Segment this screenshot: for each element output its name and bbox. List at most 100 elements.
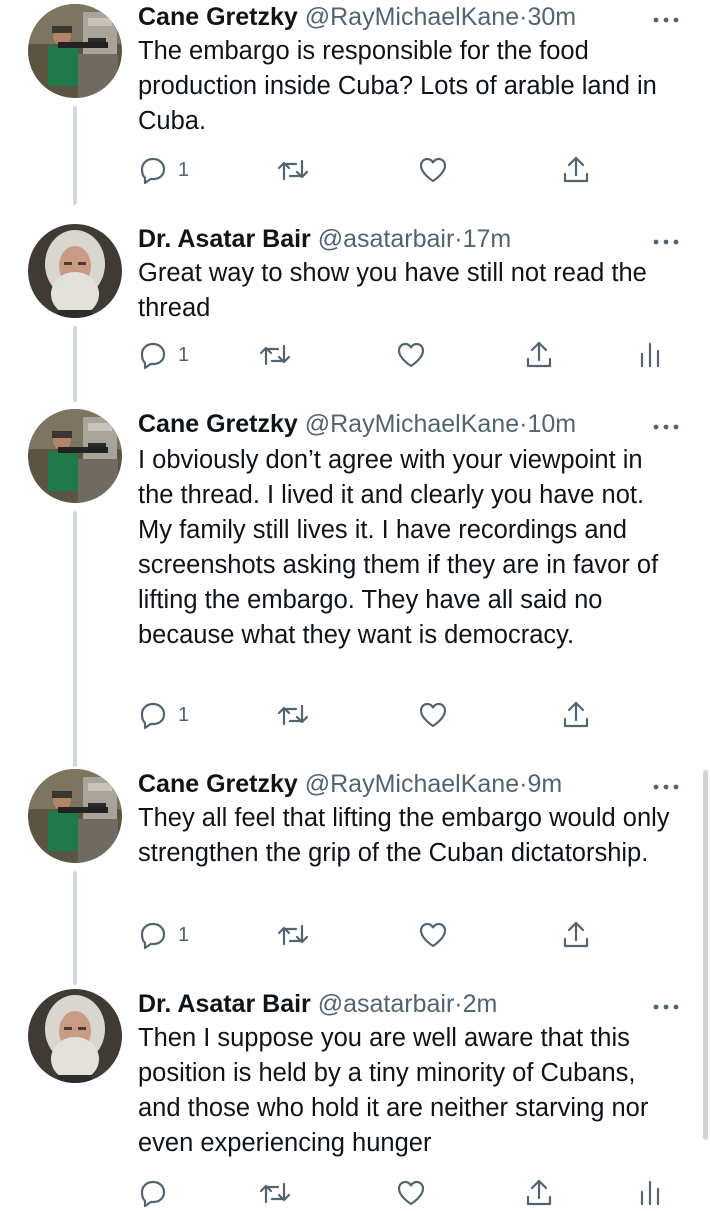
reply-button[interactable]: 1 <box>138 917 189 953</box>
retweet-button[interactable] <box>276 697 310 733</box>
retweet-icon <box>276 920 310 950</box>
separator: · <box>454 225 463 253</box>
timestamp[interactable]: 9m <box>527 770 562 798</box>
reply-count: 1 <box>178 703 190 726</box>
retweet-button[interactable] <box>258 1175 292 1211</box>
tweet-actions: 1 <box>0 337 710 373</box>
tweet[interactable]: Cane Gretzky @RayMichaelKane·9m They all… <box>0 767 710 985</box>
like-button[interactable] <box>418 917 448 953</box>
retweet-icon <box>276 155 310 185</box>
tweet-header: Dr. Asatar Bair @asatarbair·17m <box>138 222 678 256</box>
separator: · <box>454 990 463 1018</box>
tweet[interactable]: Cane Gretzky @RayMichaelKane·10m I obvio… <box>0 407 710 767</box>
reply-button[interactable] <box>138 1175 178 1211</box>
reply-icon <box>138 920 168 950</box>
reply-icon <box>138 340 168 370</box>
reply-count: 1 <box>178 343 190 366</box>
retweet-icon <box>276 700 310 730</box>
tweet[interactable]: Dr. Asatar Bair @asatarbair·17m Great wa… <box>0 222 710 402</box>
reply-button[interactable]: 1 <box>138 152 189 188</box>
tweet-text: The embargo is responsible for the food … <box>138 37 657 135</box>
analytics-icon <box>638 340 662 370</box>
white-bearded-man-photo <box>28 989 122 1083</box>
tweet[interactable]: Dr. Asatar Bair @asatarbair·2m Then I su… <box>0 987 710 1208</box>
like-button[interactable] <box>418 152 448 188</box>
tweet-header: Cane Gretzky @RayMichaelKane·9m <box>138 767 678 801</box>
analytics-icon <box>638 1178 662 1208</box>
reply-button[interactable]: 1 <box>138 337 189 373</box>
share-icon <box>524 1178 554 1208</box>
author-handle[interactable]: @asatarbair <box>318 225 455 253</box>
man-with-rifle-photo <box>28 4 122 98</box>
avatar[interactable] <box>28 989 122 1083</box>
share-button[interactable] <box>524 1175 554 1211</box>
tweet-header: Cane Gretzky @RayMichaelKane·10m <box>138 407 678 441</box>
avatar[interactable] <box>28 224 122 318</box>
more-options-icon[interactable] <box>652 12 680 23</box>
share-icon <box>561 700 591 730</box>
share-button[interactable] <box>561 917 591 953</box>
tweet-actions: 1 <box>0 697 710 733</box>
timestamp[interactable]: 17m <box>463 225 512 253</box>
timestamp[interactable]: 2m <box>463 990 498 1018</box>
more-options-icon[interactable] <box>652 999 680 1010</box>
analytics-button[interactable] <box>638 1175 662 1211</box>
author-name[interactable]: Cane Gretzky <box>138 770 298 798</box>
more-options-icon[interactable] <box>652 419 680 430</box>
retweet-icon <box>258 340 292 370</box>
tweet[interactable]: Cane Gretzky @RayMichaelKane·30m The emb… <box>0 0 710 205</box>
retweet-button[interactable] <box>258 337 292 373</box>
heart-icon <box>418 155 448 185</box>
reply-icon <box>138 1178 168 1208</box>
heart-icon <box>418 700 448 730</box>
share-icon <box>561 920 591 950</box>
reply-count: 1 <box>178 923 190 946</box>
more-options-icon[interactable] <box>652 234 680 245</box>
tweet-header: Cane Gretzky @RayMichaelKane·30m <box>138 0 678 34</box>
more-options-icon[interactable] <box>652 779 680 790</box>
retweet-button[interactable] <box>276 152 310 188</box>
scrollbar[interactable] <box>703 770 708 1140</box>
retweet-icon <box>258 1178 292 1208</box>
tweet-text: Great way to show you have still not rea… <box>138 259 647 322</box>
man-with-rifle-photo <box>28 409 122 503</box>
avatar[interactable] <box>28 769 122 863</box>
timestamp[interactable]: 30m <box>527 3 576 31</box>
avatar[interactable] <box>28 409 122 503</box>
like-button[interactable] <box>396 1175 426 1211</box>
tweet-text: Then I suppose you are well aware that t… <box>138 1024 649 1157</box>
man-with-rifle-photo <box>28 769 122 863</box>
reply-count: 1 <box>178 158 190 181</box>
author-handle[interactable]: @RayMichaelKane <box>305 410 519 438</box>
share-button[interactable] <box>561 697 591 733</box>
author-handle[interactable]: @RayMichaelKane <box>305 770 519 798</box>
retweet-button[interactable] <box>276 917 310 953</box>
tweet-actions: 1 <box>0 152 710 188</box>
author-name[interactable]: Dr. Asatar Bair <box>138 990 311 1018</box>
share-button[interactable] <box>561 152 591 188</box>
share-button[interactable] <box>524 337 554 373</box>
white-bearded-man-photo <box>28 224 122 318</box>
timestamp[interactable]: 10m <box>527 410 576 438</box>
heart-icon <box>418 920 448 950</box>
heart-icon <box>396 1178 426 1208</box>
share-icon <box>561 155 591 185</box>
tweet-text: They all feel that lifting the embargo w… <box>138 804 670 867</box>
heart-icon <box>396 340 426 370</box>
reply-button[interactable]: 1 <box>138 697 189 733</box>
author-handle[interactable]: @asatarbair <box>318 990 455 1018</box>
like-button[interactable] <box>396 337 426 373</box>
author-name[interactable]: Cane Gretzky <box>138 410 298 438</box>
author-name[interactable]: Dr. Asatar Bair <box>138 225 311 253</box>
share-icon <box>524 340 554 370</box>
conversation-thread: Cane Gretzky @RayMichaelKane·30m The emb… <box>0 0 710 1208</box>
reply-icon <box>138 700 168 730</box>
tweet-text: I obviously don’t agree with your viewpo… <box>138 446 659 649</box>
tweet-actions: 1 <box>0 917 710 953</box>
author-handle[interactable]: @RayMichaelKane <box>305 3 519 31</box>
avatar[interactable] <box>28 4 122 98</box>
like-button[interactable] <box>418 697 448 733</box>
analytics-button[interactable] <box>638 337 662 373</box>
reply-icon <box>138 155 168 185</box>
author-name[interactable]: Cane Gretzky <box>138 3 298 31</box>
